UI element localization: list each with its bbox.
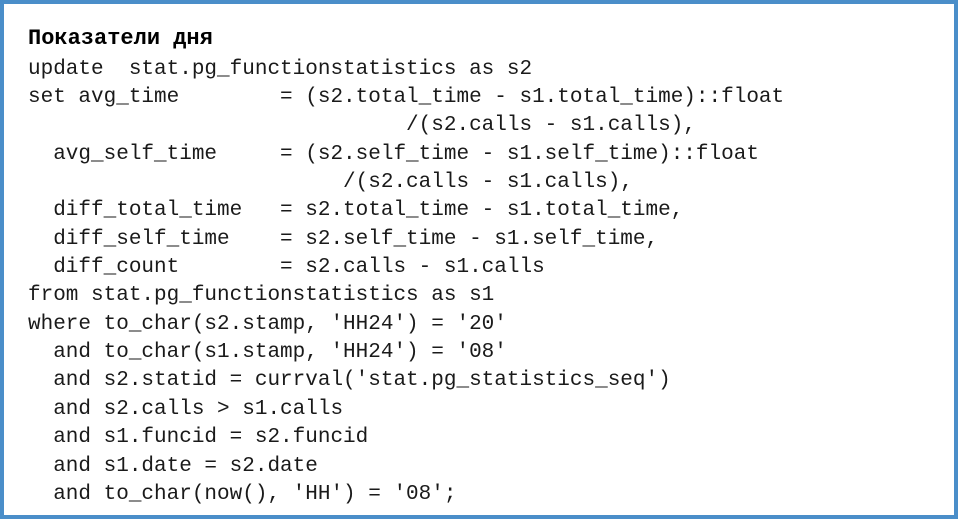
code-line: /(s2.calls - s1.calls),	[28, 169, 930, 197]
code-line: diff_count = s2.calls - s1.calls	[28, 254, 930, 282]
section-heading: Показатели дня	[28, 24, 930, 54]
code-line: avg_self_time = (s2.self_time - s1.self_…	[28, 141, 930, 169]
code-line: diff_self_time = s2.self_time - s1.self_…	[28, 226, 930, 254]
code-line: and s1.date = s2.date	[28, 453, 930, 481]
code-line: and s2.calls > s1.calls	[28, 396, 930, 424]
code-line: where to_char(s2.stamp, 'HH24') = '20'	[28, 311, 930, 339]
code-line: update stat.pg_functionstatistics as s2	[28, 56, 930, 84]
code-line: and s1.funcid = s2.funcid	[28, 424, 930, 452]
code-line: from stat.pg_functionstatistics as s1	[28, 282, 930, 310]
code-line: set avg_time = (s2.total_time - s1.total…	[28, 84, 930, 112]
code-line: and to_char(s1.stamp, 'HH24') = '08'	[28, 339, 930, 367]
code-line: diff_total_time = s2.total_time - s1.tot…	[28, 197, 930, 225]
code-line: /(s2.calls - s1.calls),	[28, 112, 930, 140]
code-line: and s2.statid = currval('stat.pg_statist…	[28, 367, 930, 395]
code-line: and to_char(now(), 'HH') = '08';	[28, 481, 930, 509]
sql-code-block: update stat.pg_functionstatistics as s2s…	[28, 56, 930, 510]
